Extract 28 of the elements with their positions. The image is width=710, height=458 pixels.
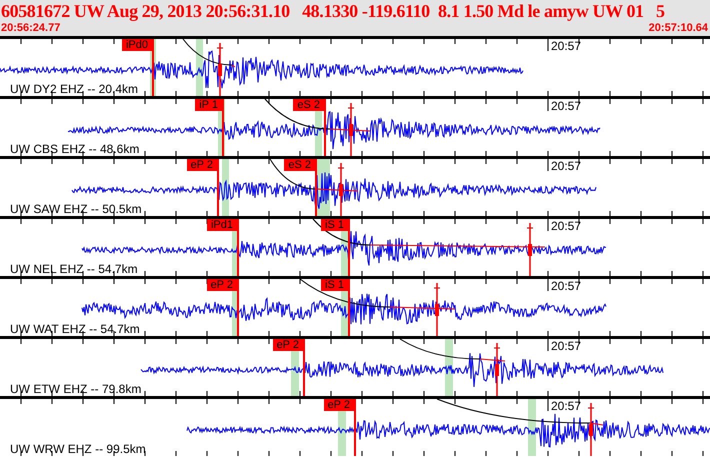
time-mark: 20:57 bbox=[551, 160, 582, 173]
pick-label: iPd0 bbox=[122, 39, 153, 51]
start-time: 20:56:24.77 bbox=[1, 22, 60, 35]
pick-label: eP 2 bbox=[186, 159, 218, 171]
pick-label: iS 1 bbox=[321, 219, 349, 231]
pick-label: iPd1 bbox=[206, 219, 238, 231]
station-label: UW CBS EHZ -- 48.6km bbox=[10, 143, 140, 156]
time-mark: 20:57 bbox=[551, 100, 582, 113]
pick-label: iP 1 bbox=[195, 99, 223, 111]
station-label: UW DY2 EHZ -- 20.4km bbox=[10, 83, 138, 96]
pick-label: eS 2 bbox=[293, 99, 325, 111]
station-label: UW NEL EHZ -- 54.7km bbox=[10, 263, 138, 276]
pick-label: eP 2 bbox=[324, 399, 355, 411]
event-title: 60581672 UW Aug 29, 2013 20:56:31.10 48.1330 -119.6110 8.1 1.50 Md le amyw UW 01 5 bbox=[1, 0, 666, 22]
pick-label: eP 2 bbox=[206, 279, 238, 291]
time-mark: 20:57 bbox=[551, 220, 582, 233]
time-mark: 20:57 bbox=[551, 340, 582, 353]
pick-label: eS 2 bbox=[284, 159, 316, 171]
pick-label: eP 2 bbox=[272, 339, 304, 351]
end-time: 20:57:10.64 bbox=[648, 22, 708, 35]
station-label: UW SAW EHZ -- 50.5km bbox=[10, 203, 142, 216]
time-mark: 20:57 bbox=[551, 280, 582, 293]
time-mark: 20:57 bbox=[551, 400, 582, 413]
station-label: UW ETW EHZ -- 79.8km bbox=[10, 383, 142, 396]
pick-label: iS 1 bbox=[321, 279, 349, 291]
time-mark: 20:57 bbox=[551, 40, 582, 53]
station-label: UW WAT EHZ -- 54.7km bbox=[10, 323, 140, 336]
station-label: UW WRW EHZ -- 99.5km bbox=[10, 443, 146, 456]
